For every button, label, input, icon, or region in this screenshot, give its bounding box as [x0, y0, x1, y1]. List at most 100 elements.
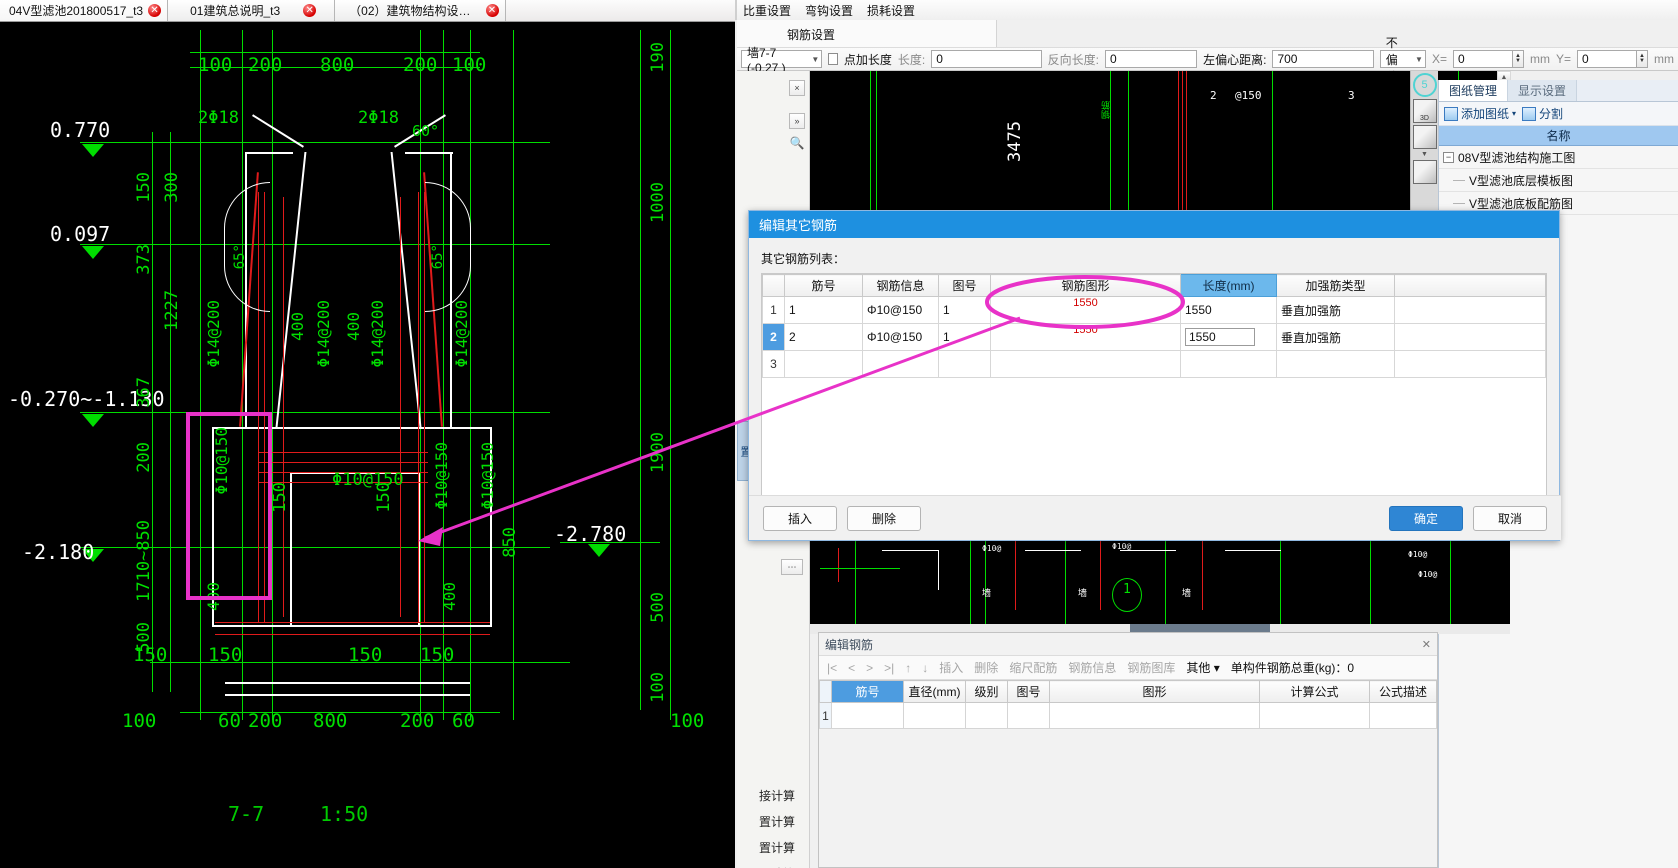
cube-solid-icon[interactable] — [1412, 160, 1437, 184]
close-icon[interactable]: ✕ — [148, 4, 162, 17]
circle-5-icon[interactable]: 5 — [1412, 73, 1437, 97]
ellipsis-icon[interactable]: ⋯ — [781, 559, 803, 575]
expand-icon[interactable]: » — [789, 113, 805, 129]
cell-length[interactable] — [1180, 350, 1277, 378]
col-reinforce-type[interactable]: 加强筋类型 — [1276, 274, 1395, 297]
tree-node-root[interactable]: − 08V型滤池结构施工图 — [1439, 146, 1678, 169]
chevron-down-icon[interactable]: ▼ — [1415, 55, 1423, 64]
col-rebar-info[interactable]: 钢筋信息 — [862, 274, 939, 297]
nav-next-button[interactable]: > — [866, 661, 873, 675]
cell-reinforce-type[interactable]: 垂直加强筋 — [1276, 296, 1395, 324]
add-drawing-button[interactable]: 添加图纸 ▾ — [1444, 105, 1516, 122]
cell-rebar-info[interactable] — [862, 350, 939, 378]
cell-rebar-info[interactable]: Φ10@150 — [862, 296, 939, 324]
cell-rebar-shape[interactable]: 1550 — [990, 323, 1181, 351]
cell-bar-no[interactable] — [831, 702, 904, 729]
cad-tab-2[interactable]: （02）建筑物结构设… ✕ — [335, 0, 506, 21]
col-drawing-no[interactable]: 图号 — [1007, 680, 1050, 703]
cell-length[interactable]: 1550 — [1180, 323, 1277, 351]
cell-length[interactable]: 1550 — [1180, 296, 1277, 324]
chevron-down-icon[interactable]: ▼ — [811, 55, 819, 64]
split-drawing-button[interactable]: 分割 — [1522, 105, 1563, 122]
menu-item-0[interactable]: 比重设置 — [743, 2, 791, 19]
delete-button[interactable]: 删除 — [847, 505, 921, 531]
search-icon[interactable]: 🔍 — [789, 135, 805, 151]
cube-top-icon[interactable] — [1412, 125, 1437, 149]
menu-item-1[interactable]: 弯钩设置 — [805, 2, 853, 19]
component-select[interactable]: 墙7-7 (-0.27 ) ▼ — [741, 46, 823, 75]
cell-rebar-shape[interactable] — [990, 350, 1181, 378]
rebar-info-button[interactable]: 钢筋信息 — [1068, 659, 1116, 676]
delete-button[interactable]: 删除 — [974, 659, 998, 676]
left-eccentric-input[interactable]: 700 — [1272, 50, 1374, 68]
cell-reinforce-type[interactable]: 垂直加强筋 — [1276, 323, 1395, 351]
x-input[interactable]: 0 — [1452, 50, 1513, 68]
cell-shape[interactable] — [1049, 702, 1260, 729]
length-input[interactable]: 0 — [931, 50, 1042, 68]
table-row[interactable]: 3 — [762, 350, 1546, 378]
cell-drawing-no[interactable] — [938, 350, 991, 378]
y-input[interactable]: 0 — [1577, 50, 1637, 68]
close-icon[interactable]: ✕ — [485, 4, 499, 17]
cell-formula[interactable] — [1259, 702, 1370, 729]
y-stepper[interactable]: ▲ ▼ — [1637, 50, 1648, 68]
menu-item-2[interactable]: 损耗设置 — [867, 2, 915, 19]
reverse-length-input[interactable]: 0 — [1104, 50, 1198, 68]
point-add-length-checkbox[interactable] — [828, 53, 838, 65]
scale-rebar-button[interactable]: 缩尺配筋 — [1009, 659, 1057, 676]
table-row[interactable]: 1 — [819, 702, 1437, 729]
offset-mode-select[interactable]: 不偏移 ▼ — [1379, 36, 1426, 84]
col-drawing-no[interactable]: 图号 — [938, 274, 991, 297]
cell-rebar-shape[interactable]: 1550 — [990, 296, 1181, 324]
rebar-library-button[interactable]: 钢筋图库 — [1127, 659, 1175, 676]
cad-viewport[interactable]: 3475 2 @150 3 2 钢筋 — [810, 71, 1510, 211]
cad-tab-1[interactable]: 01建筑总说明_t3 ✕ — [168, 0, 336, 21]
cube-3d-icon[interactable]: 3D — [1412, 99, 1437, 123]
cell-drawing-no[interactable] — [1007, 702, 1050, 729]
cell-rebar-info[interactable]: Φ10@150 — [862, 323, 939, 351]
table-row[interactable]: 1 1 Φ10@150 1 1550 1550 垂直加强筋 — [762, 296, 1546, 324]
length-edit-box[interactable]: 1550 — [1185, 328, 1255, 346]
cell-bar-no[interactable] — [784, 350, 863, 378]
nav-first-button[interactable]: |< — [827, 661, 837, 675]
cell-bar-no[interactable]: 2 — [784, 323, 863, 351]
insert-button[interactable]: 插入 — [939, 659, 963, 676]
close-icon[interactable]: ✕ — [303, 4, 317, 17]
col-rebar-shape[interactable]: 钢筋图形 — [990, 274, 1181, 297]
move-down-button[interactable]: ↓ — [922, 661, 928, 675]
collapse-icon[interactable]: × — [789, 80, 805, 96]
tab-display-settings[interactable]: 显示设置 — [1508, 80, 1578, 101]
col-diameter[interactable]: 直径(mm) — [903, 680, 966, 703]
cad-tab-0[interactable]: 04V型滤池201800517_t3 ✕ — [0, 0, 169, 21]
nav-prev-button[interactable]: < — [848, 661, 855, 675]
cell-formula-desc[interactable] — [1369, 702, 1437, 729]
table-row[interactable]: 2 2 Φ10@150 1 1550 1550 垂直加强筋 — [762, 323, 1546, 351]
cell-bar-no[interactable]: 1 — [784, 296, 863, 324]
cell-reinforce-type[interactable] — [1276, 350, 1395, 378]
cad-preview-strip[interactable]: 1 墙 墙 墙 Φ10@ Φ10@ Φ10@ Φ10@ — [810, 530, 1510, 630]
col-formula-desc[interactable]: 公式描述 — [1369, 680, 1437, 703]
tab-drawing-manager[interactable]: 图纸管理 — [1439, 80, 1509, 101]
col-formula[interactable]: 计算公式 — [1259, 680, 1370, 703]
chevron-down-icon[interactable]: ▾ — [1512, 109, 1516, 118]
ok-button[interactable]: 确定 — [1389, 505, 1463, 531]
col-length[interactable]: 长度(mm) — [1180, 274, 1277, 297]
col-grade[interactable]: 级别 — [965, 680, 1008, 703]
cell-grade[interactable] — [965, 702, 1008, 729]
nav-last-button[interactable]: >| — [884, 661, 894, 675]
insert-button[interactable]: 插入 — [763, 505, 837, 531]
move-up-button[interactable]: ↑ — [905, 661, 911, 675]
close-icon[interactable]: ✕ — [1422, 638, 1431, 651]
x-stepper[interactable]: ▲ ▼ — [1512, 50, 1524, 68]
col-bar-no[interactable]: 筋号 — [784, 274, 863, 297]
cell-drawing-no[interactable]: 1 — [938, 296, 991, 324]
cell-diameter[interactable] — [903, 702, 966, 729]
col-shape[interactable]: 图形 — [1049, 680, 1260, 703]
chevron-down-icon[interactable]: ▼ — [1421, 151, 1428, 158]
col-bar-no[interactable]: 筋号 — [831, 680, 904, 703]
cancel-button[interactable]: 取消 — [1473, 505, 1547, 531]
other-menu-button[interactable]: 其他 ▾ — [1186, 659, 1219, 676]
cell-drawing-no[interactable]: 1 — [938, 323, 991, 351]
collapse-icon[interactable]: − — [1443, 151, 1454, 163]
tree-node-child-0[interactable]: V型滤池底层模板图 — [1439, 169, 1678, 192]
